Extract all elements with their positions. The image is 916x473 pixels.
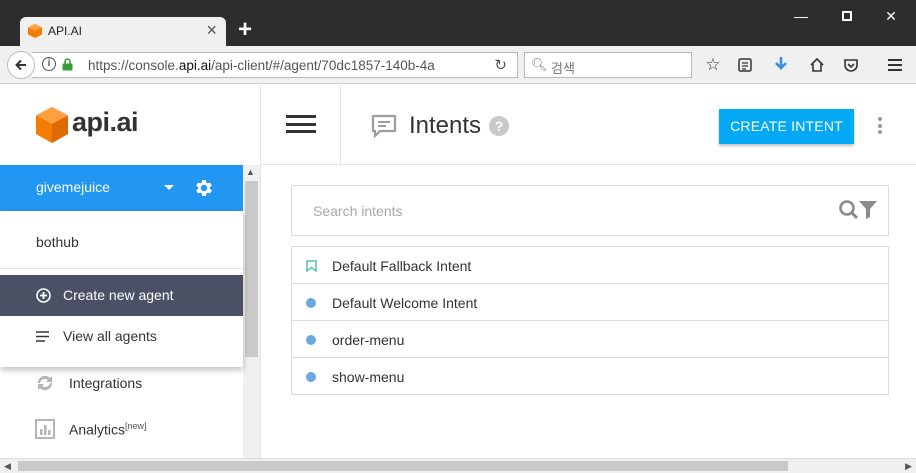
bookmark-star-icon[interactable]: ☆ (702, 55, 724, 75)
search-filter-icon[interactable] (838, 198, 878, 222)
sidebar-scrollbar[interactable]: ▲ (243, 165, 260, 458)
maximize-icon (842, 10, 852, 21)
sidebar: api.ai givemejuice bothub Create new age… (0, 85, 261, 458)
search-icon: 🔍︎ (531, 57, 548, 72)
search-intents-input[interactable] (313, 199, 813, 223)
browser-menu-icon[interactable] (884, 55, 906, 75)
current-agent-name: givemejuice (36, 179, 110, 195)
reading-list-icon[interactable] (734, 55, 756, 75)
browser-search-input[interactable]: 🔍︎ 검색 (524, 52, 692, 78)
intent-row-order-menu[interactable]: order-menu (292, 321, 888, 358)
scroll-up-icon[interactable]: ▲ (246, 167, 255, 177)
intent-list: Default Fallback Intent Default Welcome … (291, 246, 889, 395)
plus-circle-icon (36, 288, 51, 303)
intent-row-default-fallback[interactable]: Default Fallback Intent (292, 247, 888, 284)
download-icon[interactable] (770, 55, 792, 75)
window-maximize-button[interactable] (824, 4, 870, 28)
reload-icon[interactable]: ↻ (494, 56, 507, 74)
back-button[interactable] (7, 51, 35, 79)
window-minimize-button[interactable]: — (778, 4, 824, 28)
sidebar-item-label: Analytics[new] (69, 421, 147, 438)
help-icon[interactable]: ? (489, 116, 509, 136)
intent-dot-icon (306, 372, 316, 382)
list-icon (36, 331, 49, 342)
chevron-down-icon[interactable] (164, 185, 174, 190)
bar-chart-icon (35, 419, 55, 439)
sync-icon (37, 375, 53, 391)
window-close-button[interactable]: ✕ (868, 4, 914, 28)
tab-title: API.AI (48, 24, 83, 38)
hamburger-menu-icon[interactable] (286, 115, 316, 133)
browser-tab[interactable]: API.AI × (20, 17, 226, 46)
lock-icon (62, 58, 73, 71)
dropdown-divider (0, 268, 243, 269)
scroll-left-icon[interactable]: ◀ (4, 461, 11, 472)
intent-dot-icon (306, 298, 316, 308)
new-badge: [new] (125, 421, 147, 431)
browser-search-placeholder: 검색 (551, 61, 575, 76)
back-arrow-icon (15, 59, 26, 71)
browser-navbar: i https://console.api.ai/api-client/#/ag… (0, 46, 916, 84)
create-intent-button[interactable]: CREATE INTENT (719, 109, 854, 144)
intent-label: Default Fallback Intent (332, 258, 472, 274)
agent-option-label: bothub (36, 234, 79, 250)
intent-dot-icon (306, 335, 316, 345)
agent-option-bothub[interactable]: bothub (0, 211, 243, 268)
home-icon[interactable] (806, 55, 828, 75)
pocket-icon[interactable] (840, 55, 862, 75)
sidebar-scrollbar-thumb[interactable] (245, 181, 258, 357)
view-all-agents-label: View all agents (63, 328, 157, 344)
view-all-agents-item[interactable]: View all agents (0, 316, 243, 357)
new-tab-button[interactable]: + (234, 18, 256, 42)
chat-bubble-icon (371, 114, 397, 138)
browser-titlebar: API.AI × + — ✕ (0, 0, 916, 46)
scroll-right-icon[interactable]: ▶ (905, 461, 912, 472)
sidebar-item-analytics[interactable]: Analytics[new] (0, 410, 243, 450)
intent-label: Default Welcome Intent (332, 295, 478, 311)
create-new-agent-item[interactable]: Create new agent (0, 275, 243, 316)
intent-row-show-menu[interactable]: show-menu (292, 358, 888, 395)
page-title: Intents (409, 112, 482, 139)
logo-text: api.ai (72, 107, 139, 137)
horizontal-scrollbar-thumb[interactable] (18, 461, 788, 471)
create-new-agent-label: Create new agent (63, 287, 174, 303)
intent-search-box (291, 185, 889, 236)
agent-selector[interactable]: givemejuice (0, 165, 243, 211)
horizontal-scrollbar[interactable]: ◀ ▶ (0, 458, 916, 473)
header-divider (340, 85, 341, 164)
sidebar-item-integrations[interactable]: Integrations (0, 364, 243, 404)
more-options-icon[interactable] (876, 117, 884, 135)
site-info-icon[interactable]: i (42, 57, 56, 71)
url-bar[interactable]: i https://console.api.ai/api-client/#/ag… (32, 52, 518, 78)
api-ai-logo-icon (36, 107, 68, 143)
sidebar-item-label: Integrations (69, 375, 143, 391)
intent-label: show-menu (332, 369, 405, 385)
url-text[interactable]: https://console.api.ai/api-client/#/agen… (88, 58, 435, 73)
tab-close-icon[interactable]: × (206, 20, 217, 40)
intent-row-default-welcome[interactable]: Default Welcome Intent (292, 284, 888, 321)
header-bottom-border (261, 164, 916, 165)
api-ai-favicon-icon (28, 24, 42, 38)
agent-dropdown-menu: bothub Create new agent View all agents (0, 211, 243, 367)
intent-label: order-menu (332, 332, 405, 348)
gear-icon[interactable] (193, 177, 215, 199)
bookmark-icon (306, 260, 317, 272)
